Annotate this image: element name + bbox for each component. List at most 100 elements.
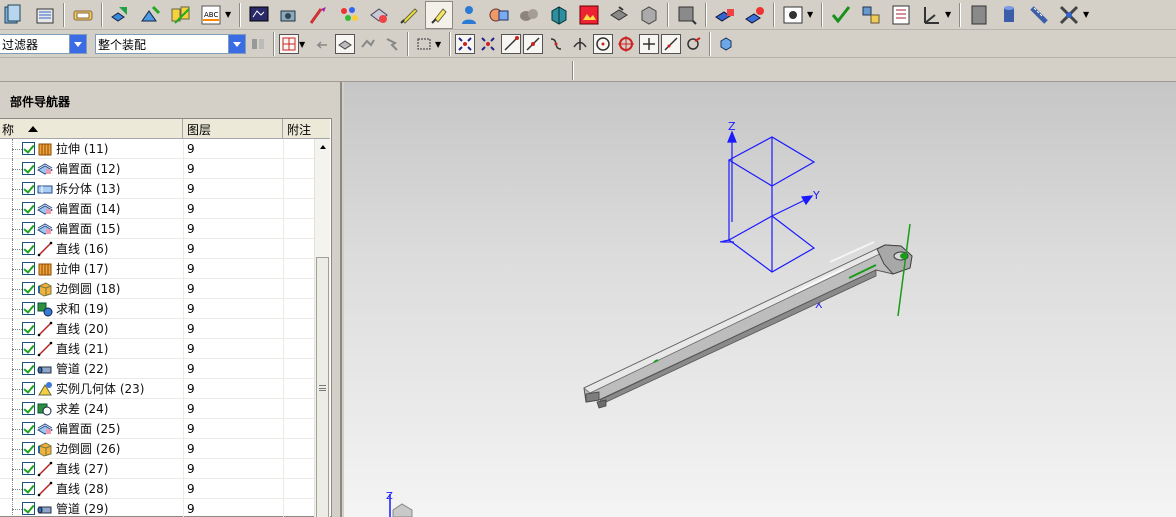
- snap-reset-icon[interactable]: [477, 33, 499, 55]
- view-options-icon[interactable]: [779, 1, 807, 29]
- camera-icon[interactable]: [275, 1, 303, 29]
- chevron-down-icon[interactable]: [69, 35, 86, 53]
- feature-checkbox[interactable]: [22, 502, 35, 515]
- feature-checkbox[interactable]: [22, 442, 35, 455]
- snap-midpoint-icon[interactable]: [523, 34, 543, 54]
- feature-checkbox[interactable]: [22, 402, 35, 415]
- material-icon[interactable]: [365, 1, 393, 29]
- shapes-icon[interactable]: [485, 1, 513, 29]
- select-component-icon[interactable]: [381, 33, 403, 55]
- type-filter-dropdown[interactable]: 过滤器: [0, 34, 87, 54]
- toolbar-dropdown-arrow[interactable]: ▼: [945, 10, 953, 19]
- toolbar-dropdown-arrow[interactable]: ▼: [435, 40, 443, 49]
- table-row[interactable]: 求差 (24) 9: [0, 398, 314, 419]
- table-row[interactable]: 直线 (21) 9: [0, 338, 314, 359]
- graphics-viewport[interactable]: Z Y X Z: [344, 82, 1176, 517]
- feature-checkbox[interactable]: [22, 482, 35, 495]
- paint-brush-icon[interactable]: [305, 1, 333, 29]
- table-row[interactable]: 实例几何体 (23) 9: [0, 378, 314, 399]
- select-part-icon[interactable]: [335, 34, 355, 54]
- column-header-note[interactable]: 附注: [283, 119, 330, 139]
- spring-icon[interactable]: [1025, 1, 1053, 29]
- table-row[interactable]: 直线 (27) 9: [0, 458, 314, 479]
- table-row[interactable]: 边倒圆 (18) 9: [0, 278, 314, 299]
- feature-checkbox[interactable]: [22, 322, 35, 335]
- table-row[interactable]: 拆分体 (13) 9: [0, 178, 314, 199]
- table-row[interactable]: 直线 (28) 9: [0, 478, 314, 499]
- mating-icon[interactable]: [137, 1, 165, 29]
- blob-icon[interactable]: [515, 1, 543, 29]
- table-row[interactable]: 直线 (20) 9: [0, 318, 314, 339]
- feature-checkbox[interactable]: [22, 362, 35, 375]
- feature-checkbox[interactable]: [22, 142, 35, 155]
- table-row[interactable]: 偏置面 (14) 9: [0, 198, 314, 219]
- view-triad[interactable]: Z: [386, 491, 413, 517]
- feature-checkbox[interactable]: [22, 342, 35, 355]
- clearance-icon[interactable]: [857, 1, 885, 29]
- sheet-icon[interactable]: [965, 1, 993, 29]
- feature-checkbox[interactable]: [22, 282, 35, 295]
- abc-text-icon[interactable]: ABC: [197, 1, 225, 29]
- block-tool-icon[interactable]: [605, 1, 633, 29]
- color-palette-icon[interactable]: [335, 1, 363, 29]
- feature-checkbox[interactable]: [22, 162, 35, 175]
- gear-filter-icon[interactable]: [247, 33, 269, 55]
- bom-list-icon[interactable]: [887, 1, 915, 29]
- highlight-lamp-icon[interactable]: [425, 0, 453, 29]
- cylinder-icon[interactable]: [995, 1, 1023, 29]
- column-header-layer[interactable]: 图层: [183, 119, 283, 139]
- check-icon[interactable]: [827, 1, 855, 29]
- toolbar-dropdown-arrow[interactable]: ▼: [225, 10, 233, 19]
- vertical-scrollbar[interactable]: [314, 139, 330, 517]
- table-row[interactable]: 管道 (22) 9: [0, 358, 314, 379]
- table-row[interactable]: 直线 (16) 9: [0, 238, 314, 259]
- snap-bounded-icon[interactable]: [683, 33, 705, 55]
- chevron-down-icon[interactable]: [228, 35, 245, 53]
- box-icon[interactable]: [635, 1, 663, 29]
- layer-settings-icon[interactable]: [1, 1, 29, 29]
- layer-visible-icon[interactable]: [31, 1, 59, 29]
- table-row[interactable]: 边倒圆 (26) 9: [0, 438, 314, 459]
- tools-icon[interactable]: [1055, 1, 1083, 29]
- table-row[interactable]: 拉伸 (17) 9: [0, 258, 314, 279]
- table-row[interactable]: 偏置面 (12) 9: [0, 158, 314, 179]
- scroll-up-arrow-icon[interactable]: [315, 139, 331, 155]
- snap-all-icon[interactable]: [455, 34, 475, 54]
- undo-arrow-icon[interactable]: [311, 33, 333, 55]
- table-row[interactable]: 求和 (19) 9: [0, 298, 314, 319]
- toolbar-dropdown-arrow[interactable]: ▼: [299, 40, 307, 49]
- snap-intersection-icon[interactable]: [569, 33, 591, 55]
- select-assembly-icon[interactable]: [357, 33, 379, 55]
- assembly-add-icon[interactable]: [107, 1, 135, 29]
- snap-quadrant-icon[interactable]: [615, 33, 637, 55]
- explode-view-icon[interactable]: [741, 1, 769, 29]
- snap-control-point-icon[interactable]: [545, 33, 567, 55]
- light-icon[interactable]: [395, 1, 423, 29]
- toolbar-dropdown-arrow[interactable]: ▼: [1083, 10, 1091, 19]
- snap-arc-center-icon[interactable]: [593, 34, 613, 54]
- scrollbar-thumb[interactable]: [316, 257, 329, 517]
- table-row[interactable]: 管道 (29) 9: [0, 498, 314, 517]
- snap-endpoint-icon[interactable]: [501, 34, 521, 54]
- toolbar-dropdown-arrow[interactable]: ▼: [807, 10, 815, 19]
- feature-checkbox[interactable]: [22, 182, 35, 195]
- selection-scope-dropdown[interactable]: 整个装配: [95, 34, 246, 54]
- wcs-icon[interactable]: [917, 1, 945, 29]
- screen-render-icon[interactable]: [245, 1, 273, 29]
- select-body-cube-icon[interactable]: [715, 33, 737, 55]
- feature-checkbox[interactable]: [22, 222, 35, 235]
- feature-checkbox[interactable]: [22, 242, 35, 255]
- table-row[interactable]: 偏置面 (15) 9: [0, 218, 314, 239]
- table-row[interactable]: 偏置面 (25) 9: [0, 418, 314, 439]
- rectangle-select-icon[interactable]: [413, 33, 435, 55]
- feature-checkbox[interactable]: [22, 302, 35, 315]
- rail-part-body[interactable]: [583, 241, 913, 409]
- feature-checkbox[interactable]: [22, 262, 35, 275]
- feature-checkbox[interactable]: [22, 462, 35, 475]
- solid-cube-icon[interactable]: [545, 1, 573, 29]
- feature-checkbox[interactable]: [22, 202, 35, 215]
- tape-icon[interactable]: [69, 1, 97, 29]
- datum-coordinate-system[interactable]: [719, 130, 816, 298]
- frame-icon[interactable]: [673, 1, 701, 29]
- column-header-name[interactable]: 称: [0, 119, 183, 139]
